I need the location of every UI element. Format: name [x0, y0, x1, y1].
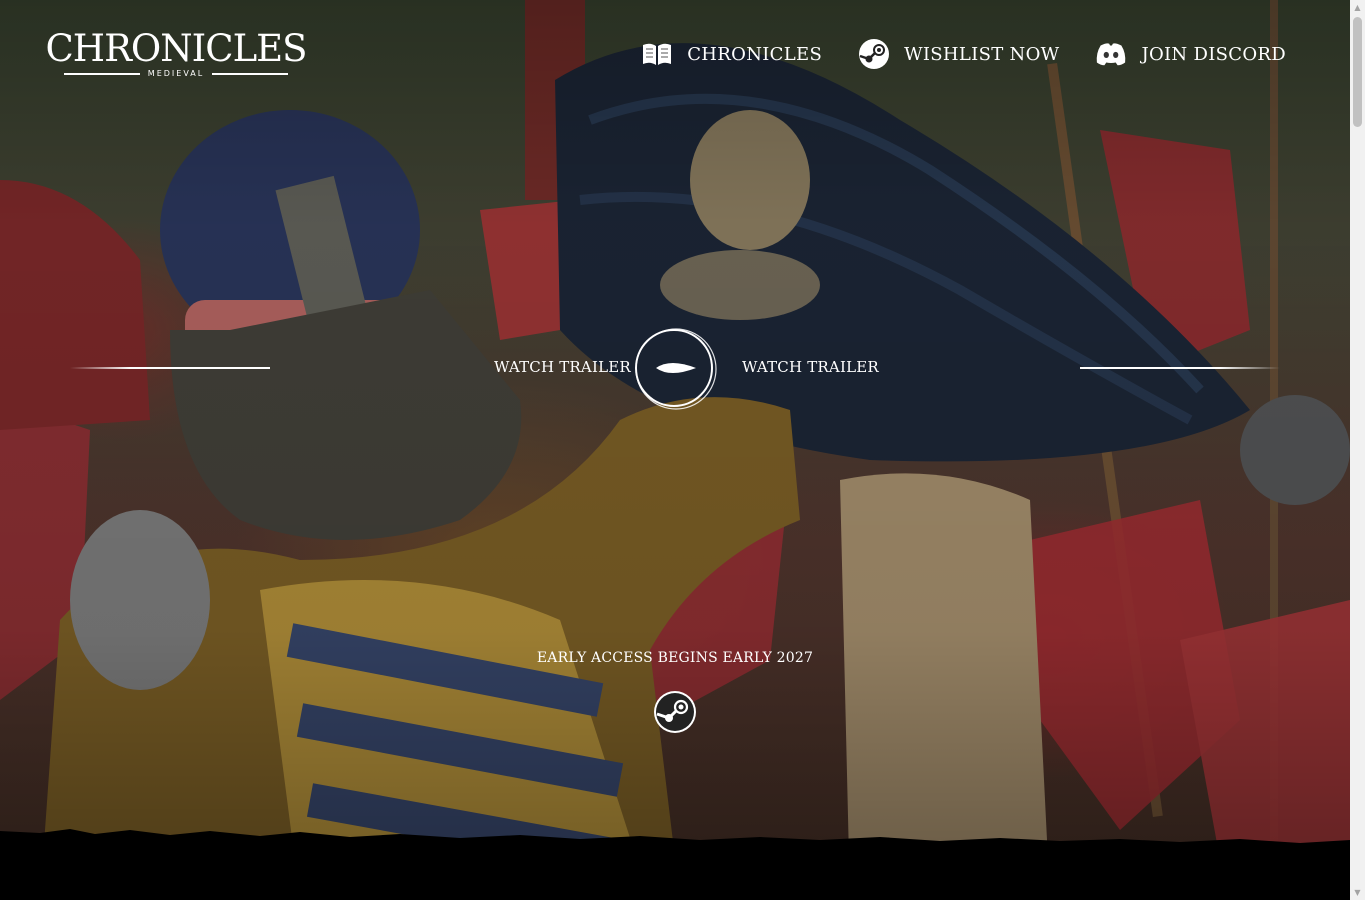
torn-edge-divider — [0, 829, 1350, 900]
nav-discord-link[interactable]: JOIN DISCORD — [1095, 38, 1286, 70]
hero-section — [0, 0, 1350, 900]
watch-trailer-row: WATCH TRAILER WATCH TRAILER — [0, 328, 1350, 410]
nav-chronicles-label: CHRONICLES — [687, 43, 823, 65]
trailer-divider-right — [1080, 367, 1280, 369]
nav-wishlist-link[interactable]: WISHLIST NOW — [858, 38, 1059, 70]
book-icon — [641, 38, 673, 70]
steam-icon — [656, 693, 694, 731]
early-access-text: EARLY ACCESS BEGINS EARLY 2027 — [536, 650, 814, 666]
scroll-up-arrow[interactable]: ▲ — [1350, 0, 1365, 15]
top-navigation: CHRONICLES WISHLIST NOW JOIN DISCORD — [641, 38, 1286, 70]
watch-trailer-label-left[interactable]: WATCH TRAILER — [494, 358, 631, 376]
scroll-thumb[interactable] — [1353, 17, 1362, 127]
nav-discord-label: JOIN DISCORD — [1141, 43, 1286, 65]
play-icon — [635, 328, 717, 410]
logo-subtitle-row: MEDIEVAL — [64, 69, 289, 78]
logo-subtitle: MEDIEVAL — [147, 69, 205, 78]
hero-overlay — [0, 0, 1350, 900]
play-trailer-button[interactable] — [630, 328, 720, 410]
logo-rule-left — [64, 72, 140, 75]
nav-chronicles-link[interactable]: CHRONICLES — [641, 38, 822, 70]
scroll-down-arrow[interactable]: ▼ — [1350, 885, 1365, 900]
early-access-steam-button[interactable] — [654, 691, 696, 733]
vertical-scrollbar[interactable]: ▲ ▼ — [1350, 0, 1365, 900]
logo-wordmark: CHRONICLES — [45, 27, 308, 70]
brand-logo[interactable]: CHRONICLES MEDIEVAL — [46, 30, 308, 79]
trailer-divider-left — [70, 367, 270, 369]
discord-icon — [1095, 38, 1127, 70]
logo-rule-right — [212, 72, 289, 75]
nav-wishlist-label: WISHLIST NOW — [904, 43, 1060, 65]
watch-trailer-label-right[interactable]: WATCH TRAILER — [742, 358, 879, 376]
steam-icon — [858, 38, 890, 70]
